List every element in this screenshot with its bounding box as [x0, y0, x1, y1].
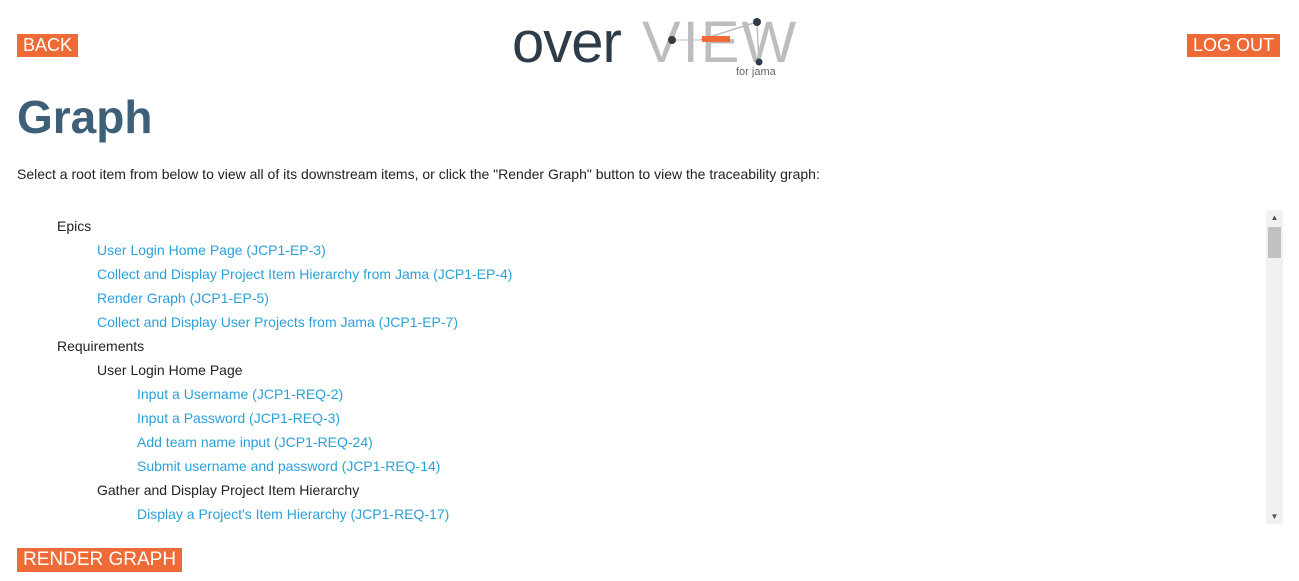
tree-item-link-text[interactable]: Input a Password (JCP1-REQ-3)	[137, 410, 340, 426]
tree-item-link-text[interactable]: Display a Project's Item Hierarchy (JCP1…	[137, 506, 449, 522]
tree-item-link-text[interactable]: Render Graph (JCP1-EP-5)	[97, 290, 269, 306]
tree-category: Epics	[17, 214, 1263, 238]
back-button[interactable]: BACK	[17, 34, 79, 57]
tree-item-link-text[interactable]: User Login Home Page (JCP1-EP-3)	[97, 242, 326, 258]
tree-item-link: Input a Password (JCP1-REQ-3)	[17, 406, 1263, 430]
tree-item-link: Collect and Display User Projects from J…	[17, 310, 1263, 334]
tree-label-text: Epics	[57, 218, 92, 234]
overview-logo: over VIEW for jama	[512, 10, 796, 84]
logout-button[interactable]: LOG OUT	[1187, 34, 1281, 57]
tree-label-text: Requirements	[57, 338, 145, 354]
vertical-scrollbar[interactable]: ▲ ▼	[1266, 210, 1283, 524]
instructions-text: Select a root item from below to view al…	[17, 166, 820, 182]
tree-category: Requirements	[17, 334, 1263, 358]
tree-item-link: Submit username and password (JCP1-REQ-1…	[17, 454, 1263, 478]
tree-label-text: Gather and Display Project Item Hierarch…	[97, 482, 360, 498]
tree-item-link-text[interactable]: Add team name input (JCP1-REQ-24)	[137, 434, 373, 450]
tree-item-link-text[interactable]: Submit username and password (JCP1-REQ-1…	[137, 458, 440, 474]
tree-group-label: User Login Home Page	[17, 358, 1263, 382]
tree-item-link-text[interactable]: Collect and Display User Projects from J…	[97, 314, 458, 330]
tree-item-link: Collect and Display Project Item Hierarc…	[17, 262, 1263, 286]
render-graph-button[interactable]: RENDER GRAPH	[17, 548, 183, 572]
tree-item-link-text[interactable]: Input a Username (JCP1-REQ-2)	[137, 386, 343, 402]
scrollbar-thumb[interactable]	[1268, 227, 1281, 258]
arrow-down-icon[interactable]: ▼	[1266, 509, 1283, 524]
item-tree-list: Epics User Login Home Page (JCP1-EP-3) Col…	[17, 214, 1263, 524]
tree-item-link: Render Graph (JCP1-EP-5)	[17, 286, 1263, 310]
tree-item-link: User Login Home Page (JCP1-EP-3)	[17, 238, 1263, 262]
logo-subtitle: for jama	[736, 66, 776, 78]
tree-item-link: Input a Username (JCP1-REQ-2)	[17, 382, 1263, 406]
tree-item-link: Add team name input (JCP1-REQ-24)	[17, 430, 1263, 454]
arrow-up-icon[interactable]: ▲	[1266, 210, 1283, 225]
tree-label-text: User Login Home Page	[97, 362, 243, 378]
logo-text-over: over	[512, 10, 622, 75]
page-title: Graph	[17, 91, 153, 143]
logo-graph-mark-icon	[668, 18, 763, 66]
item-tree-panel[interactable]: Epics User Login Home Page (JCP1-EP-3) Col…	[17, 210, 1283, 524]
tree-item-link-text[interactable]: Collect and Display Project Item Hierarc…	[97, 266, 512, 282]
tree-group-label: Gather and Display Project Item Hierarch…	[17, 478, 1263, 502]
tree-item-link: Display a Project's Item Hierarchy (JCP1…	[17, 502, 1263, 524]
